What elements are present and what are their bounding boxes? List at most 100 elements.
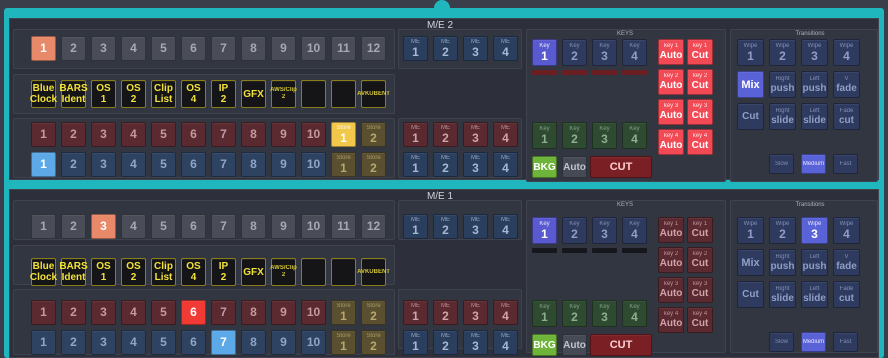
aux-source-button[interactable] <box>331 258 356 286</box>
store-preview-button-2[interactable]: Store 2 <box>361 330 386 355</box>
key-select-button-4[interactable]: Key 4 <box>622 217 647 244</box>
key-on-button-4[interactable]: Key 4 <box>622 300 647 327</box>
me-preview-button-2[interactable]: ME 2 <box>433 152 458 177</box>
aux-source-button[interactable] <box>331 80 356 108</box>
aux-source-button[interactable] <box>301 258 326 286</box>
aux-source-button[interactable]: OS 2 <box>121 258 146 286</box>
key-on-button-2[interactable]: Key 2 <box>562 300 587 327</box>
aux-source-button[interactable]: GFX <box>241 80 266 108</box>
input-button-1[interactable]: 1 <box>31 36 56 61</box>
key-1-cut-button[interactable]: key 1 Cut <box>687 217 713 243</box>
me-program-button-1[interactable]: ME 1 <box>403 300 428 325</box>
key-1-cut-button[interactable]: key 1 Cut <box>687 39 713 65</box>
program-button-3[interactable]: 3 <box>91 300 116 325</box>
preview-button-4[interactable]: 4 <box>121 330 146 355</box>
preview-button-10[interactable]: 10 <box>301 152 326 177</box>
aux-source-button[interactable]: OS 2 <box>121 80 146 108</box>
me-program-button-4[interactable]: ME 4 <box>493 300 518 325</box>
input-button-7[interactable]: 7 <box>211 36 236 61</box>
input-button-2[interactable]: 2 <box>61 36 86 61</box>
program-button-8[interactable]: 8 <box>241 300 266 325</box>
aux-source-button[interactable]: OS 4 <box>181 258 206 286</box>
input-button-8[interactable]: 8 <box>241 36 266 61</box>
program-button-6[interactable]: 6 <box>181 300 206 325</box>
preview-button-7[interactable]: 7 <box>211 152 236 177</box>
aux-source-button[interactable]: OS 1 <box>91 258 116 286</box>
key-2-cut-button[interactable]: key 2 Cut <box>687 69 713 95</box>
me-program-button-1[interactable]: ME 1 <box>403 122 428 147</box>
input-button-10[interactable]: 10 <box>301 36 326 61</box>
program-button-9[interactable]: 9 <box>271 122 296 147</box>
push-button-1[interactable]: Right push <box>769 249 796 276</box>
wipe-button-1[interactable]: Wipe 1 <box>737 217 764 244</box>
program-button-1[interactable]: 1 <box>31 300 56 325</box>
input-button-5[interactable]: 5 <box>151 214 176 239</box>
key-4-auto-button[interactable]: key 4 Auto <box>658 129 684 155</box>
key-4-auto-button[interactable]: key 4 Auto <box>658 307 684 333</box>
bkg-button[interactable]: BKG <box>532 334 557 356</box>
key-select-button-3[interactable]: Key 3 <box>592 39 617 66</box>
speed-slow-button[interactable]: Slow <box>769 332 794 352</box>
me-top-button-4[interactable]: ME 4 <box>493 36 518 61</box>
input-button-6[interactable]: 6 <box>181 214 206 239</box>
input-button-8[interactable]: 8 <box>241 214 266 239</box>
preview-button-3[interactable]: 3 <box>91 152 116 177</box>
store-program-button-1[interactable]: Store 1 <box>331 300 356 325</box>
me-preview-button-3[interactable]: ME 3 <box>463 152 488 177</box>
program-button-4[interactable]: 4 <box>121 300 146 325</box>
input-button-3[interactable]: 3 <box>91 36 116 61</box>
push-button-3[interactable]: Vfade <box>833 71 860 98</box>
slide-button-1[interactable]: Right slide <box>769 103 796 130</box>
aux-source-button[interactable]: Blue Clock <box>30 80 57 108</box>
key-on-button-2[interactable]: Key 2 <box>562 122 587 149</box>
preview-button-6[interactable]: 6 <box>181 152 206 177</box>
cut-transition-button[interactable]: Cut <box>737 281 764 308</box>
input-button-11[interactable]: 11 <box>331 36 356 61</box>
me-program-button-4[interactable]: ME 4 <box>493 122 518 147</box>
me-preview-button-4[interactable]: ME 4 <box>493 152 518 177</box>
store-program-button-2[interactable]: Store 2 <box>361 122 386 147</box>
program-button-2[interactable]: 2 <box>61 300 86 325</box>
input-button-12[interactable]: 12 <box>361 214 386 239</box>
wipe-button-3[interactable]: Wipe 3 <box>801 217 828 244</box>
preview-button-9[interactable]: 9 <box>271 330 296 355</box>
key-4-cut-button[interactable]: key 4 Cut <box>687 307 713 333</box>
input-button-3[interactable]: 3 <box>91 214 116 239</box>
preview-button-1[interactable]: 1 <box>31 152 56 177</box>
input-button-12[interactable]: 12 <box>361 36 386 61</box>
preview-button-8[interactable]: 8 <box>241 330 266 355</box>
slide-button-3[interactable]: Fade cut <box>833 281 860 308</box>
preview-button-5[interactable]: 5 <box>151 330 176 355</box>
auto-button[interactable]: Auto <box>562 156 587 178</box>
key-1-auto-button[interactable]: key 1 Auto <box>658 217 684 243</box>
push-button-2[interactable]: Left push <box>801 71 828 98</box>
input-button-2[interactable]: 2 <box>61 214 86 239</box>
bkg-button[interactable]: BKG <box>532 156 557 178</box>
mix-button[interactable]: Mix <box>737 249 764 276</box>
key-select-button-2[interactable]: Key 2 <box>562 39 587 66</box>
store-preview-button-2[interactable]: Store 2 <box>361 152 386 177</box>
program-button-4[interactable]: 4 <box>121 122 146 147</box>
wipe-button-2[interactable]: Wipe 2 <box>769 217 796 244</box>
slide-button-2[interactable]: Left slide <box>801 103 828 130</box>
me-top-button-1[interactable]: ME 1 <box>403 214 428 239</box>
key-3-cut-button[interactable]: key 3 Cut <box>687 277 713 303</box>
aux-source-button[interactable]: OS 4 <box>181 80 206 108</box>
aux-source-button[interactable]: Blue Clock <box>30 258 57 286</box>
aux-source-button[interactable]: IP 2 <box>211 80 236 108</box>
preview-button-1[interactable]: 1 <box>31 330 56 355</box>
preview-button-7[interactable]: 7 <box>211 330 236 355</box>
key-select-button-1[interactable]: Key 1 <box>532 217 557 244</box>
me-preview-button-1[interactable]: ME 1 <box>403 330 428 355</box>
key-select-button-3[interactable]: Key 3 <box>592 217 617 244</box>
aux-source-button[interactable]: GFX <box>241 258 266 286</box>
speed-medium-button[interactable]: Medium <box>801 154 826 174</box>
speed-slow-button[interactable]: Slow <box>769 154 794 174</box>
key-on-button-4[interactable]: Key 4 <box>622 122 647 149</box>
slide-button-3[interactable]: Fade cut <box>833 103 860 130</box>
key-select-button-4[interactable]: Key 4 <box>622 39 647 66</box>
program-button-8[interactable]: 8 <box>241 122 266 147</box>
key-on-button-3[interactable]: Key 3 <box>592 300 617 327</box>
key-on-button-1[interactable]: Key 1 <box>532 122 557 149</box>
aux-source-button[interactable] <box>301 80 326 108</box>
